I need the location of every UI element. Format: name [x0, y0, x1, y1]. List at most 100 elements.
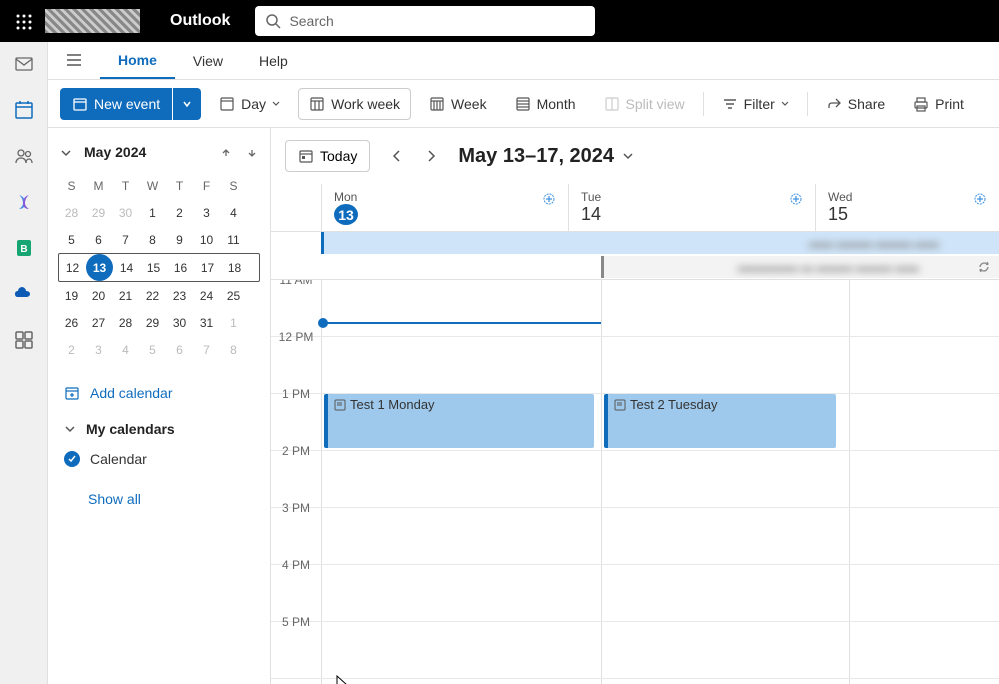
mini-cal-day[interactable]: 19 — [58, 282, 85, 309]
mini-cal-day[interactable]: 24 — [193, 282, 220, 309]
people-rail-icon[interactable] — [10, 142, 38, 170]
mini-cal-day[interactable]: 4 — [112, 336, 139, 363]
onedrive-rail-icon[interactable] — [10, 280, 38, 308]
calendar-event[interactable]: Test 2 Tuesday — [604, 394, 836, 448]
mini-cal-week[interactable]: 567891011 — [58, 226, 260, 253]
mini-cal-day[interactable]: 7 — [112, 226, 139, 253]
calendar-item[interactable]: Calendar — [58, 443, 260, 475]
mini-cal-day[interactable]: 20 — [85, 282, 112, 309]
mini-cal-day[interactable]: 14 — [113, 254, 140, 281]
day-header[interactable]: Tue14 — [568, 184, 815, 231]
mini-cal-day[interactable]: 25 — [220, 282, 247, 309]
mini-cal-week[interactable]: 2345678 — [58, 336, 260, 363]
mini-cal-day[interactable]: 29 — [85, 199, 112, 226]
mini-cal-day[interactable]: 31 — [193, 309, 220, 336]
search-input[interactable]: Search — [255, 6, 595, 36]
mini-cal-day[interactable]: 3 — [85, 336, 112, 363]
time-row[interactable]: 2 PM — [271, 451, 999, 508]
more-apps-rail-icon[interactable] — [10, 326, 38, 354]
mini-cal-day[interactable]: 1 — [139, 199, 166, 226]
app-launcher-icon[interactable] — [8, 11, 40, 32]
add-event-icon[interactable] — [542, 190, 556, 208]
mini-cal-day[interactable]: 30 — [166, 309, 193, 336]
chevron-down-icon[interactable] — [58, 142, 74, 162]
mini-cal-day[interactable]: 7 — [193, 336, 220, 363]
mini-cal-day[interactable]: 6 — [166, 336, 193, 363]
mini-cal-day[interactable]: 5 — [139, 336, 166, 363]
mini-cal-day[interactable]: 6 — [85, 226, 112, 253]
mini-cal-day[interactable]: 9 — [166, 226, 193, 253]
mini-cal-day[interactable]: 5 — [58, 226, 85, 253]
date-range[interactable]: May 13–17, 2024 — [458, 145, 634, 168]
copilot-rail-icon[interactable] — [10, 188, 38, 216]
work-week-view-button[interactable]: Work week — [298, 88, 411, 120]
time-row[interactable]: 11 AM — [271, 280, 999, 337]
tab-view[interactable]: View — [175, 42, 241, 79]
my-calendars-header[interactable]: My calendars — [58, 415, 260, 443]
mini-cal-day[interactable]: 10 — [193, 226, 220, 253]
show-all-button[interactable]: Show all — [58, 475, 260, 513]
mini-cal-day[interactable]: 22 — [139, 282, 166, 309]
mini-cal-day[interactable]: 23 — [166, 282, 193, 309]
mini-cal-day[interactable]: 27 — [85, 309, 112, 336]
mini-cal-day[interactable]: 13 — [86, 254, 113, 281]
mini-cal-day[interactable]: 2 — [58, 336, 85, 363]
add-event-icon[interactable] — [973, 190, 987, 208]
add-calendar-button[interactable]: Add calendar — [64, 385, 260, 401]
mini-cal-day[interactable]: 26 — [58, 309, 85, 336]
time-row[interactable]: 5 PM — [271, 622, 999, 679]
calendar-event[interactable]: Test 1 Monday — [324, 394, 594, 448]
mail-rail-icon[interactable] — [10, 50, 38, 78]
tab-home[interactable]: Home — [100, 42, 175, 79]
bookings-rail-icon[interactable]: B — [10, 234, 38, 262]
mini-cal-day[interactable]: 1 — [220, 309, 247, 336]
mini-cal-day[interactable]: 12 — [59, 254, 86, 281]
mini-cal-day[interactable]: 18 — [221, 254, 248, 281]
allday-event[interactable]: ▬▬ ▬▬▬ ▬▬▬ ▬▬ — [321, 232, 999, 254]
mini-cal-day[interactable]: 30 — [112, 199, 139, 226]
new-event-button[interactable]: New event — [60, 88, 172, 120]
hamburger-icon[interactable] — [48, 52, 100, 70]
mini-cal-day[interactable]: 21 — [112, 282, 139, 309]
share-button[interactable]: Share — [816, 88, 895, 120]
allday-event[interactable]: ▬▬▬▬▬ ▬ ▬▬▬ ▬▬▬ ▬▬ — [601, 256, 999, 278]
mini-cal-day[interactable]: 4 — [220, 199, 247, 226]
mini-cal-day[interactable]: 3 — [193, 199, 220, 226]
mini-cal-day[interactable]: 28 — [58, 199, 85, 226]
mini-cal-week[interactable]: 19202122232425 — [58, 282, 260, 309]
time-row[interactable]: 3 PM — [271, 508, 999, 565]
mini-cal-day[interactable]: 15 — [140, 254, 167, 281]
mini-cal-day[interactable]: 28 — [112, 309, 139, 336]
tab-help[interactable]: Help — [241, 42, 306, 79]
print-button[interactable]: Print — [903, 88, 974, 120]
mini-cal-day[interactable]: 11 — [220, 226, 247, 253]
month-view-button[interactable]: Month — [505, 88, 586, 120]
filter-button[interactable]: Filter — [712, 88, 799, 120]
add-event-icon[interactable] — [789, 190, 803, 208]
time-row[interactable]: 12 PM — [271, 337, 999, 394]
mini-cal-day[interactable]: 29 — [139, 309, 166, 336]
day-header[interactable]: Wed15 — [815, 184, 999, 231]
prev-week-icon[interactable] — [390, 147, 404, 165]
next-week-icon[interactable] — [424, 147, 438, 165]
mini-cal-day[interactable]: 17 — [194, 254, 221, 281]
week-view-button[interactable]: Week — [419, 88, 497, 120]
mini-cal-day[interactable]: 16 — [167, 254, 194, 281]
time-grid[interactable]: 11 AM12 PM1 PM2 PM3 PM4 PM5 PM Test 1 Mo… — [271, 280, 999, 684]
today-button[interactable]: Today — [285, 140, 370, 172]
prev-month-icon[interactable] — [218, 142, 234, 162]
mini-cal-day[interactable]: 8 — [220, 336, 247, 363]
mini-cal-day[interactable]: 2 — [166, 199, 193, 226]
calendar-rail-icon[interactable] — [10, 96, 38, 124]
mini-cal-week[interactable]: 2627282930311 — [58, 309, 260, 336]
mini-cal-day[interactable]: 8 — [139, 226, 166, 253]
mini-cal-week[interactable]: 12131415161718 — [58, 253, 260, 282]
time-row[interactable]: 4 PM — [271, 565, 999, 622]
day-view-button[interactable]: Day — [209, 88, 290, 120]
mini-cal-week[interactable]: 2829301234 — [58, 199, 260, 226]
allday-row[interactable]: ▬▬ ▬▬▬ ▬▬▬ ▬▬ ▬▬▬▬▬ ▬ ▬▬▬ ▬▬▬ ▬▬ — [271, 232, 999, 280]
next-month-icon[interactable] — [244, 142, 260, 162]
mini-calendar[interactable]: SMTWTFS 28293012345678910111213141516171… — [58, 172, 260, 363]
new-event-dropdown[interactable] — [173, 88, 201, 120]
day-header[interactable]: Mon13 — [321, 184, 568, 231]
